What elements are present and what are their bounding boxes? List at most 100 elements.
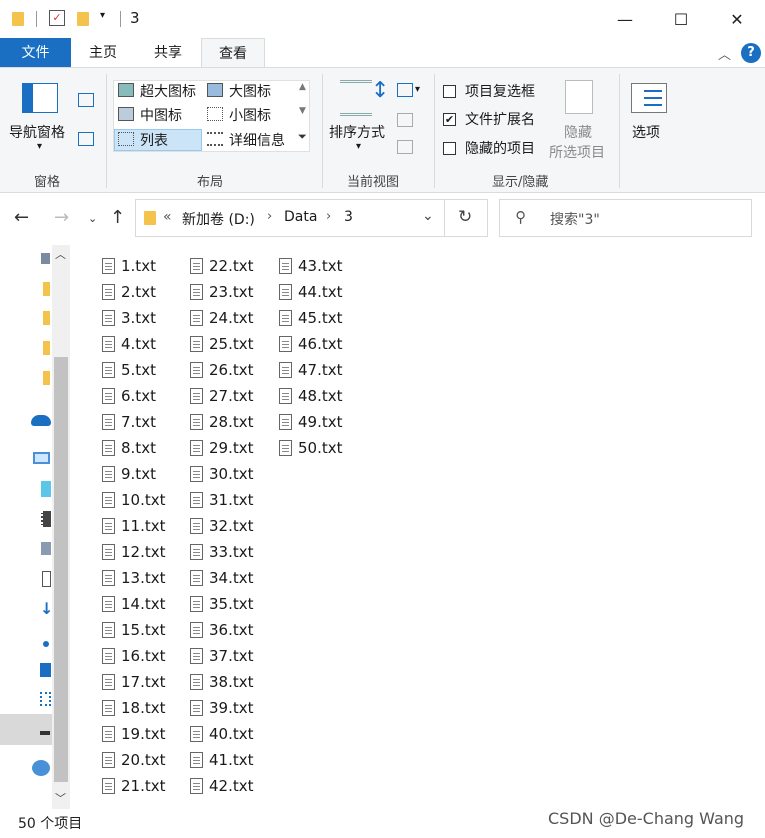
file-item[interactable]: 18.txt xyxy=(102,695,166,721)
file-item[interactable]: 42.txt xyxy=(190,773,254,799)
preview-pane-icon[interactable] xyxy=(78,93,94,107)
file-item[interactable]: 43.txt xyxy=(279,253,343,279)
file-item[interactable]: 35.txt xyxy=(190,591,254,617)
breadcrumb-data[interactable]: Data xyxy=(284,209,317,225)
file-item[interactable]: 13.txt xyxy=(102,565,166,591)
scroll-down-icon[interactable]: ﹀ xyxy=(55,790,66,806)
file-item[interactable]: 31.txt xyxy=(190,487,254,513)
properties-icon[interactable]: ✓ xyxy=(49,10,65,26)
breadcrumb-separator-icon[interactable]: › xyxy=(326,209,331,224)
hide-selected-button[interactable]: 所选项目 xyxy=(549,142,605,162)
selected-drive-item[interactable] xyxy=(0,714,52,745)
windows-drive-icon[interactable] xyxy=(40,692,51,706)
file-item[interactable]: 45.txt xyxy=(279,305,343,331)
file-item[interactable]: 7.txt xyxy=(102,409,156,435)
file-item[interactable]: 44.txt xyxy=(279,279,343,305)
maximize-button[interactable]: ☐ xyxy=(653,0,709,38)
file-item[interactable]: 48.txt xyxy=(279,383,343,409)
tab-share[interactable]: 共享 xyxy=(135,38,201,68)
file-item[interactable]: 32.txt xyxy=(190,513,254,539)
network-icon[interactable] xyxy=(32,760,50,776)
file-item[interactable]: 50.txt xyxy=(279,435,343,461)
breadcrumb-current[interactable]: 3 xyxy=(344,209,353,225)
scroll-up-icon[interactable]: ▲ xyxy=(299,82,306,92)
tab-view[interactable]: 查看 xyxy=(201,38,265,68)
file-item[interactable]: 29.txt xyxy=(190,435,254,461)
file-item[interactable]: 5.txt xyxy=(102,357,156,383)
file-item[interactable]: 23.txt xyxy=(190,279,254,305)
file-item[interactable]: 36.txt xyxy=(190,617,254,643)
file-item[interactable]: 6.txt xyxy=(102,383,156,409)
file-item[interactable]: 20.txt xyxy=(102,747,166,773)
breadcrumb-drive[interactable]: 新加卷 (D:) xyxy=(182,209,255,229)
item-checkboxes-checkbox[interactable] xyxy=(443,85,456,98)
file-item[interactable]: 28.txt xyxy=(190,409,254,435)
pictures-icon[interactable] xyxy=(41,253,50,264)
layout-medium[interactable]: 中图标 xyxy=(140,105,182,125)
file-item[interactable]: 21.txt xyxy=(102,773,166,799)
file-item[interactable]: 24.txt xyxy=(190,305,254,331)
address-dropdown-icon[interactable]: ⌄ xyxy=(422,208,434,224)
layout-details[interactable]: 详细信息 xyxy=(229,130,285,150)
file-item[interactable]: 15.txt xyxy=(102,617,166,643)
folder-icon[interactable] xyxy=(43,371,50,385)
file-item[interactable]: 16.txt xyxy=(102,643,166,669)
collapse-ribbon-icon[interactable]: ︿ xyxy=(718,44,731,63)
hidden-items-checkbox[interactable] xyxy=(443,142,456,155)
tab-file[interactable]: 文件 xyxy=(0,38,71,68)
file-item[interactable]: 38.txt xyxy=(190,669,254,695)
videos-icon[interactable] xyxy=(41,511,51,527)
customize-toolbar-icon[interactable]: ▾ xyxy=(100,10,105,21)
file-item[interactable]: 47.txt xyxy=(279,357,343,383)
close-button[interactable]: ✕ xyxy=(709,0,765,38)
file-item[interactable]: 19.txt xyxy=(102,721,166,747)
file-item[interactable]: 26.txt xyxy=(190,357,254,383)
details-pane-icon[interactable] xyxy=(78,132,94,146)
forward-arrow-icon[interactable]: → xyxy=(54,207,69,228)
file-item[interactable]: 27.txt xyxy=(190,383,254,409)
file-item[interactable]: 30.txt xyxy=(190,461,254,487)
file-item[interactable]: 14.txt xyxy=(102,591,166,617)
overflow-icon[interactable]: « xyxy=(163,209,172,225)
add-columns-icon[interactable] xyxy=(397,113,413,127)
nav-pane-button[interactable]: 导航窗格 xyxy=(9,122,65,142)
sort-by-button[interactable]: 排序方式 xyxy=(329,122,385,142)
file-item[interactable]: 41.txt xyxy=(190,747,254,773)
documents-icon[interactable] xyxy=(42,571,51,587)
up-arrow-icon[interactable]: ↑ xyxy=(110,207,125,228)
file-item[interactable]: 10.txt xyxy=(102,487,166,513)
file-item[interactable]: 39.txt xyxy=(190,695,254,721)
search-box[interactable]: ⚲ 搜索"3" xyxy=(499,199,752,237)
expand-gallery-icon[interactable]: ⏷ xyxy=(298,130,307,144)
refresh-icon[interactable]: ↻ xyxy=(458,207,472,227)
minimize-button[interactable]: — xyxy=(597,0,653,38)
file-item[interactable]: 40.txt xyxy=(190,721,254,747)
back-arrow-icon[interactable]: ← xyxy=(14,207,29,228)
file-item[interactable]: 33.txt xyxy=(190,539,254,565)
scroll-up-icon[interactable]: ︿ xyxy=(55,246,66,262)
file-item[interactable]: 11.txt xyxy=(102,513,166,539)
breadcrumb-separator-icon[interactable]: › xyxy=(267,209,272,224)
layout-small[interactable]: 小图标 xyxy=(229,105,271,125)
group-by-icon[interactable] xyxy=(397,83,413,97)
scroll-down-icon[interactable]: ▼ xyxy=(299,106,306,116)
file-item[interactable]: 25.txt xyxy=(190,331,254,357)
search-input[interactable]: 搜索"3" xyxy=(550,209,600,229)
nav-scrollbar-thumb[interactable] xyxy=(54,357,68,782)
address-bar[interactable]: « 新加卷 (D:) › Data › 3 ⌄ ↻ xyxy=(135,199,488,237)
folder-icon[interactable] xyxy=(43,282,50,296)
file-item[interactable]: 4.txt xyxy=(102,331,156,357)
3d-objects-icon[interactable] xyxy=(41,481,51,497)
onedrive-icon[interactable] xyxy=(31,415,51,426)
options-button[interactable]: 选项 xyxy=(632,122,660,142)
file-item[interactable]: 37.txt xyxy=(190,643,254,669)
file-item[interactable]: 46.txt xyxy=(279,331,343,357)
file-item[interactable]: 1.txt xyxy=(102,253,156,279)
size-columns-icon[interactable] xyxy=(397,140,413,154)
layout-large[interactable]: 大图标 xyxy=(229,81,271,101)
pictures-icon[interactable] xyxy=(41,542,51,555)
file-item[interactable]: 49.txt xyxy=(279,409,343,435)
desktop-icon[interactable] xyxy=(40,663,51,677)
folder-icon[interactable] xyxy=(43,341,50,355)
this-pc-icon[interactable] xyxy=(33,452,50,464)
